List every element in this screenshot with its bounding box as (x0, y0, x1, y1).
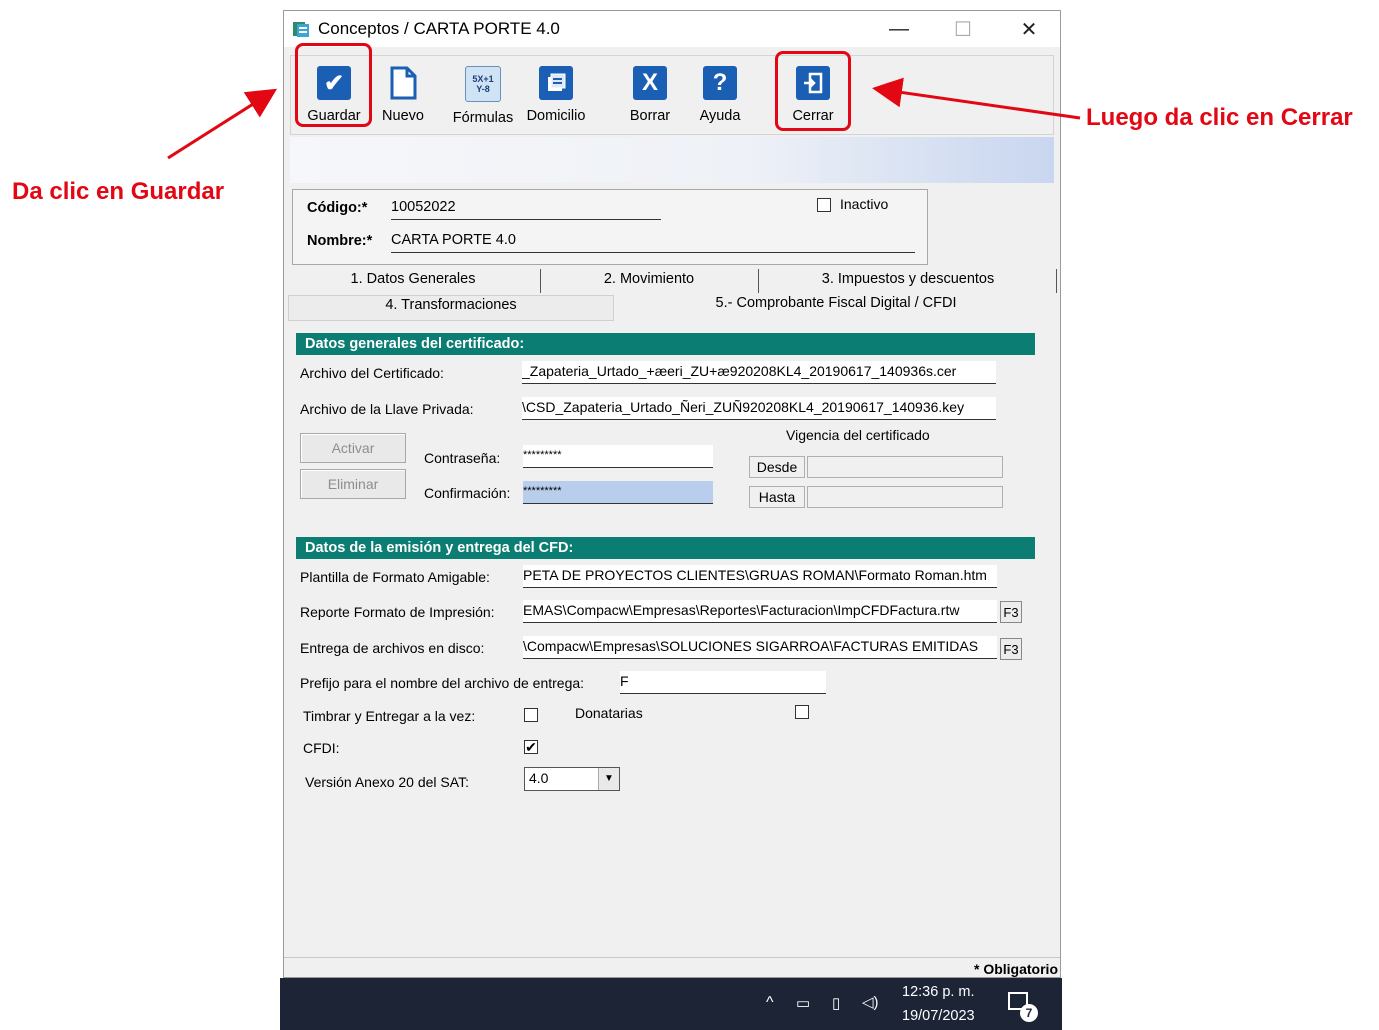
guardar-instruction: Da clic en Guardar (12, 178, 225, 205)
guardar-arrow (167, 88, 278, 160)
annotation-arrows (167, 77, 1081, 160)
cerrar-instruction: Luego da clic en Cerrar (1086, 104, 1353, 131)
cerrar-arrow (872, 77, 1081, 120)
